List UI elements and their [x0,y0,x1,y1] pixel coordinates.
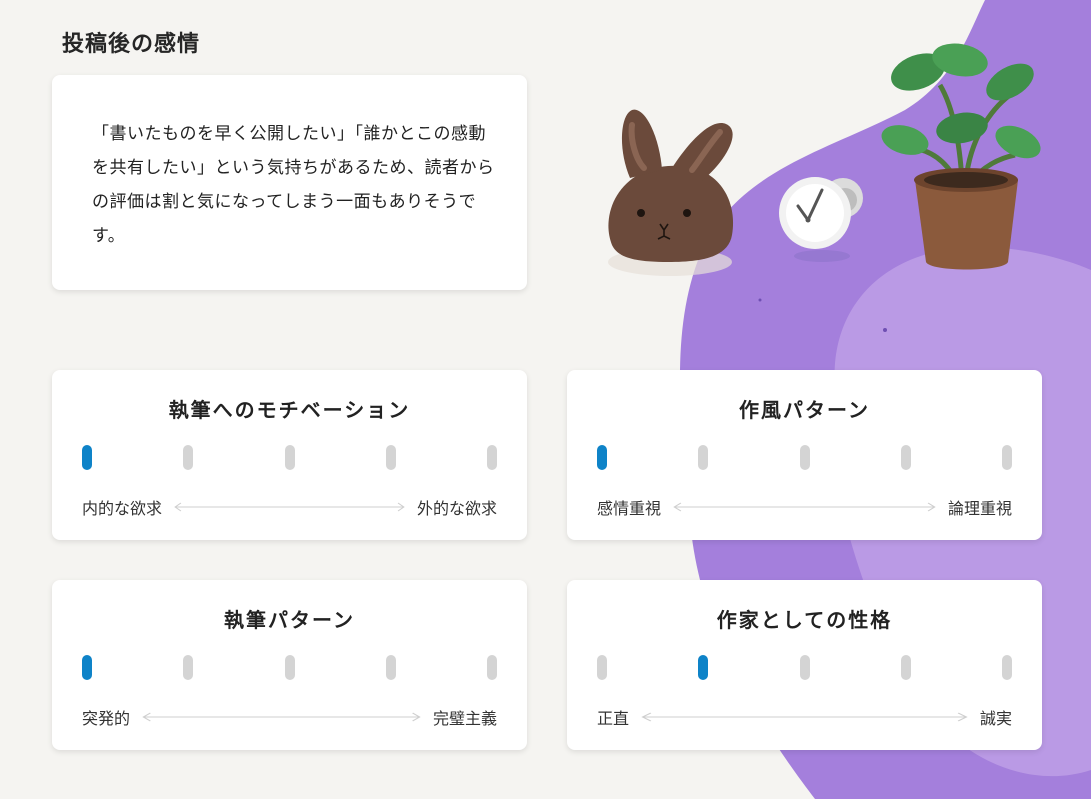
scale-step-4[interactable] [385,655,396,680]
double-arrow-icon [142,712,421,722]
trait-title: 執筆パターン [224,608,355,632]
scale-step-2[interactable] [698,445,709,470]
scale-step-3[interactable] [284,655,295,680]
trait-right-label: 論理重視 [947,499,1012,518]
scale-step-1[interactable] [82,655,92,680]
trait-scale [82,445,497,470]
scale-step-1[interactable] [82,445,92,470]
bunny-plush-icon [608,109,734,276]
trait-right-label: 外的な欲求 [416,499,497,518]
double-arrow-icon [673,502,936,512]
trait-scale [82,655,497,680]
scale-step-2[interactable] [698,655,709,680]
trait-left-label: 正直 [597,709,630,728]
scale-step-2[interactable] [183,655,194,680]
double-arrow-icon [641,712,968,722]
scale-step-5[interactable] [1002,655,1012,680]
trait-title: 執筆へのモチベーション [168,398,411,422]
trait-card-personality: 作家としての性格 正直 誠実 [567,580,1042,750]
trait-card-writing-pattern: 執筆パターン 突発的 完璧主義 [52,580,527,750]
trait-left-label: 感情重視 [597,499,662,518]
trait-card-style: 作風パターン 感情重視 論理重視 [567,370,1042,540]
scale-step-5[interactable] [487,655,497,680]
scale-step-4[interactable] [385,445,396,470]
scale-step-1[interactable] [597,655,607,680]
trait-title: 作風パターン [739,398,870,422]
trait-card-motivation: 執筆へのモチベーション 内的な欲求 外的な欲求 [52,370,527,540]
scale-step-4[interactable] [900,655,911,680]
trait-scale [597,445,1012,470]
scale-step-3[interactable] [799,655,810,680]
description-card: 「書いたものを早く公開したい」「誰かとこの感動を共有したい」という気持ちがあるた… [52,75,527,290]
trait-right-label: 完璧主義 [432,709,497,728]
scale-step-2[interactable] [183,445,194,470]
trait-title: 作家としての性格 [716,608,893,632]
trait-scale [597,655,1012,680]
scale-step-5[interactable] [1002,445,1012,470]
scale-step-1[interactable] [597,445,607,470]
scale-step-5[interactable] [487,445,497,470]
trait-right-label: 誠実 [979,709,1012,728]
description-text: 「書いたものを早く公開したい」「誰かとこの感動を共有したい」という気持ちがあるた… [92,124,495,246]
trait-left-label: 内的な欲求 [82,499,163,518]
scale-step-4[interactable] [900,445,911,470]
page-title: 投稿後の感情 [62,32,201,57]
trait-left-label: 突発的 [82,709,131,728]
scale-step-3[interactable] [799,445,810,470]
scale-step-3[interactable] [284,445,295,470]
double-arrow-icon [174,502,405,512]
